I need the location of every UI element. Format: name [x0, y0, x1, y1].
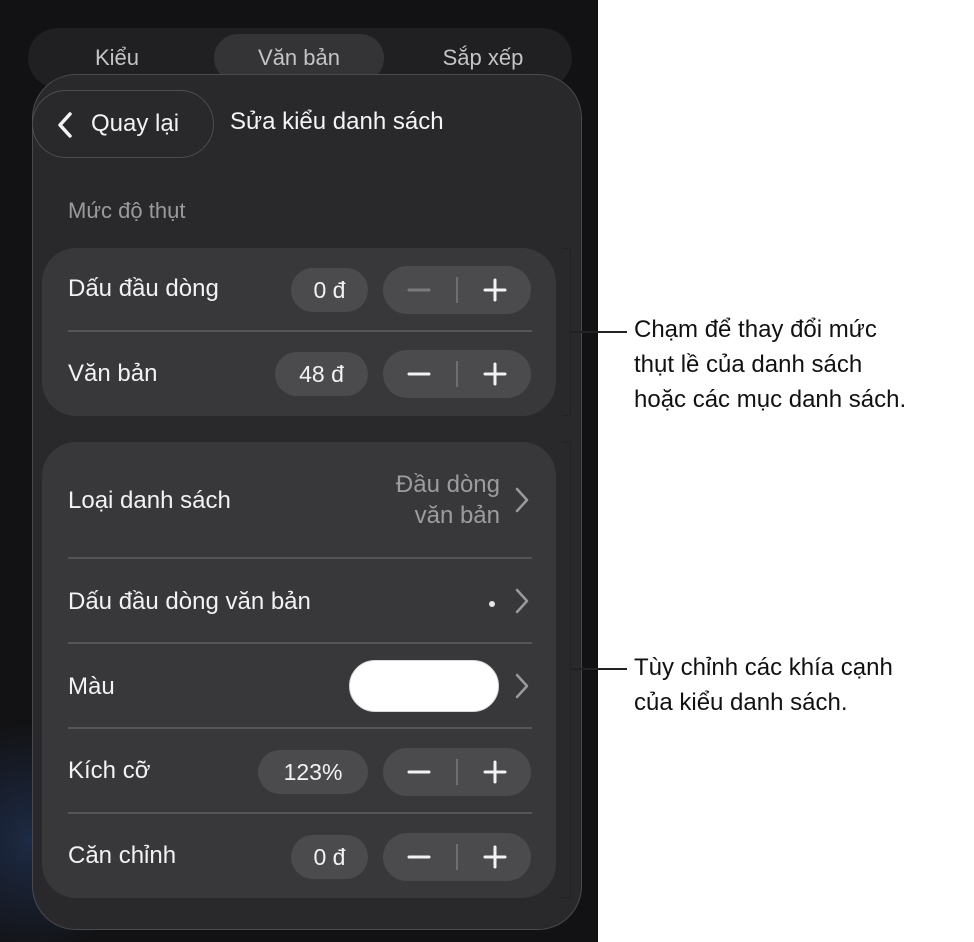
plus-icon [483, 845, 507, 869]
minus-icon [407, 855, 431, 859]
alignment-label: Căn chỉnh [68, 842, 177, 869]
indent-bracket [562, 248, 571, 416]
minus-icon [407, 288, 431, 292]
minus-icon [407, 770, 431, 774]
size-increase-button[interactable] [459, 748, 531, 796]
indent-callout: Chạm để thay đổi mức thụt lề của danh sá… [634, 312, 906, 417]
text-indent-value[interactable]: 48 đ [275, 352, 368, 396]
list-type-value-line2: văn bản [414, 502, 500, 529]
alignment-increase-button[interactable] [459, 833, 531, 881]
alignment-decrease-button[interactable] [383, 833, 455, 881]
plus-icon [483, 278, 507, 302]
list-type-value[interactable]: Đầu dòng văn bản [340, 469, 500, 531]
text-indent-label: Văn bản [68, 360, 158, 387]
size-stepper [383, 748, 531, 796]
color-label: Màu [68, 673, 115, 700]
indent-section-label: Mức độ thụt [68, 198, 186, 223]
plus-icon [483, 362, 507, 386]
chevron-right-icon[interactable] [514, 672, 530, 700]
bullet-indent-value[interactable]: 0 đ [291, 268, 368, 312]
text-bullet-label: Dấu đầu dòng văn bản [68, 588, 311, 615]
size-label: Kích cỡ [68, 757, 151, 784]
minus-icon [407, 372, 431, 376]
chevron-left-icon [58, 112, 72, 138]
bullet-indent-decrease-button[interactable] [383, 266, 455, 314]
size-value[interactable]: 123% [258, 750, 368, 794]
alignment-stepper [383, 833, 531, 881]
panel-title: Sửa kiểu danh sách [230, 108, 444, 135]
color-swatch[interactable] [349, 660, 499, 712]
size-decrease-button[interactable] [383, 748, 455, 796]
bullet-indent-increase-button[interactable] [459, 266, 531, 314]
bullet-indent-label: Dấu đầu dòng [68, 275, 219, 302]
style-callout-line: Tùy chỉnh các khía cạnh [634, 654, 893, 681]
row-divider [68, 812, 532, 814]
row-divider [68, 557, 532, 559]
bullet-value[interactable] [489, 601, 495, 607]
back-button-label: Quay lại [91, 110, 180, 137]
indent-callout-line: thụt lề của danh sách [634, 351, 863, 378]
style-bracket [562, 442, 571, 898]
back-button[interactable]: Quay lại [32, 90, 214, 158]
style-callout-line: của kiểu danh sách. [634, 689, 848, 716]
phone-screen: Kiểu Văn bản Sắp xếp Quay lại Sửa kiểu d… [0, 0, 598, 942]
alignment-value[interactable]: 0 đ [291, 835, 368, 879]
indent-leader-line [571, 331, 627, 333]
text-indent-stepper [383, 350, 531, 398]
list-type-label: Loại danh sách [68, 487, 231, 514]
text-indent-increase-button[interactable] [459, 350, 531, 398]
style-leader-line [571, 668, 627, 670]
chevron-right-icon[interactable] [514, 587, 530, 615]
indent-callout-line: Chạm để thay đổi mức [634, 316, 877, 343]
text-indent-decrease-button[interactable] [383, 350, 455, 398]
row-divider [68, 727, 532, 729]
row-divider [68, 330, 532, 332]
list-type-value-line1: Đầu dòng [395, 471, 500, 498]
plus-icon [483, 760, 507, 784]
bullet-indent-stepper [383, 266, 531, 314]
indent-callout-line: hoặc các mục danh sách. [634, 386, 907, 413]
row-divider [68, 642, 532, 644]
style-callout: Tùy chỉnh các khía cạnh của kiểu danh sá… [634, 650, 893, 720]
chevron-right-icon[interactable] [514, 486, 530, 514]
